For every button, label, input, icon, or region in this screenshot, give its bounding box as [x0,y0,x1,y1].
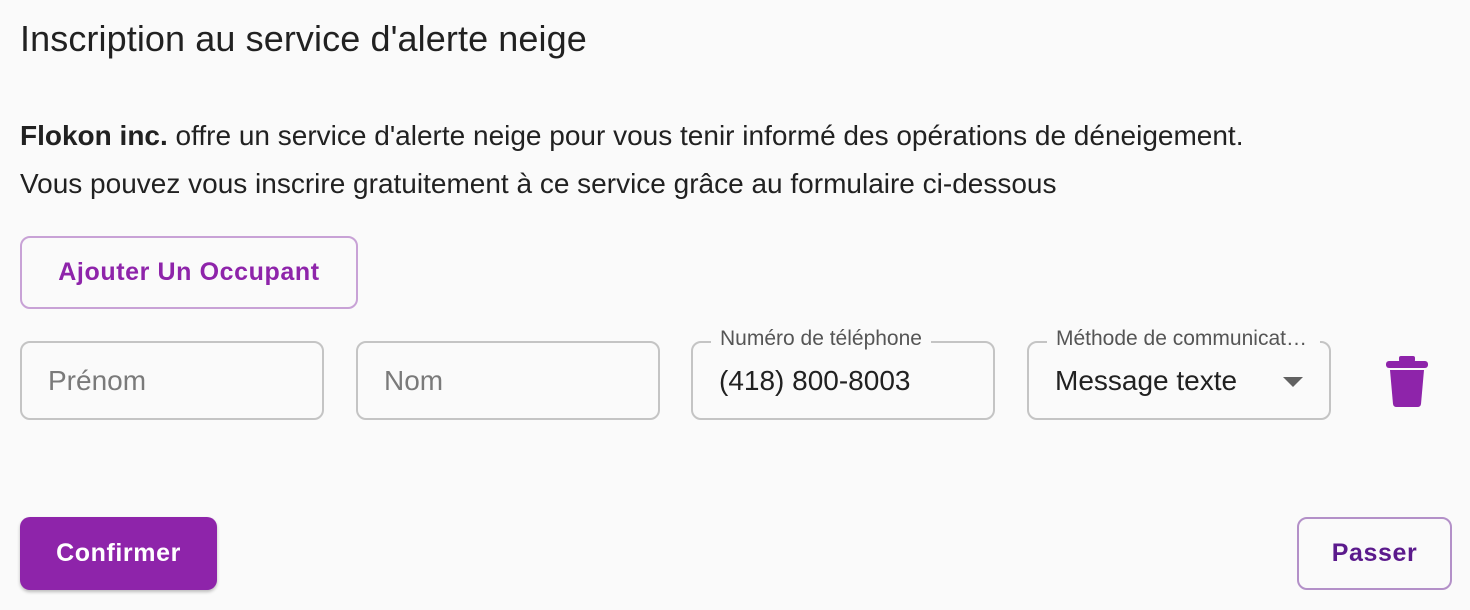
signup-page: Inscription au service d'alerte neige Fl… [0,0,1470,610]
communication-method-select[interactable]: Méthode de communication Message texte [1027,327,1331,420]
method-value: Message texte [1055,365,1238,396]
phone-label: Numéro de téléphone [711,327,931,351]
intro-line-2: Vous pouvez vous inscrire gratuitement à… [20,168,1057,199]
intro-text: Flokon inc. offre un service d'alerte ne… [20,112,1460,208]
chevron-down-icon[interactable] [1283,377,1303,387]
add-occupant-button[interactable]: Ajouter Un Occupant [20,236,358,309]
page-title: Inscription au service d'alerte neige [20,18,587,59]
intro-line-1-rest: offre un service d'alerte neige pour vou… [167,120,1244,151]
confirm-button[interactable]: Confirmer [20,517,217,590]
intro-line-1: Flokon inc. offre un service d'alerte ne… [20,112,1460,160]
method-label: Méthode de communication [1047,327,1320,351]
company-name: Flokon inc. [20,120,168,151]
skip-button[interactable]: Passer [1297,517,1452,590]
trash-icon-graphic [1386,356,1428,407]
phone-value: (418) 800-8003 [719,365,911,396]
phone-field[interactable]: Numéro de téléphone (418) 800-8003 [691,327,995,420]
trash-icon[interactable] [1384,354,1430,408]
first-name-placeholder: Prénom [48,365,147,396]
last-name-field[interactable]: Nom [356,341,660,420]
first-name-field[interactable]: Prénom [20,341,324,420]
last-name-placeholder: Nom [384,365,444,396]
